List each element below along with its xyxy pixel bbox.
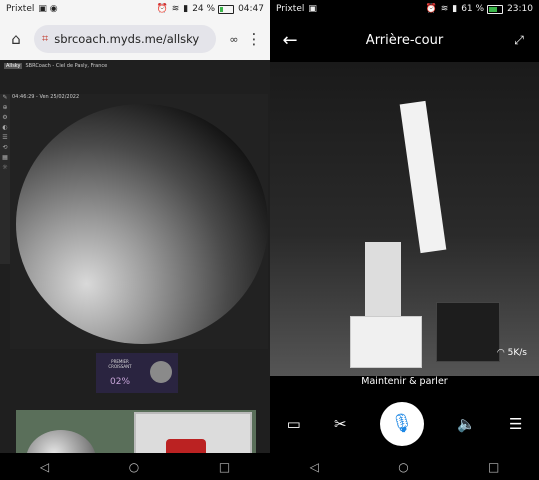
recents-nav-icon[interactable]: □ [488, 460, 499, 474]
alarm-icon: ⏰ [156, 4, 168, 14]
allsky-image[interactable]: 04:46:29 - Ven 25/02/2022 [10, 94, 268, 349]
moon-icon [150, 361, 172, 383]
home-nav-icon[interactable]: ○ [398, 460, 408, 474]
alarm-icon: ⏰ [425, 4, 437, 14]
app-bar: ← Arrière-cour ⤢ [270, 18, 539, 62]
tool-icon[interactable]: ⟲ [0, 144, 10, 154]
moon-percent: 02% [110, 377, 131, 387]
settings-sliders-icon[interactable]: ☰ [509, 415, 522, 433]
tool-icon[interactable]: ⊕ [0, 104, 10, 114]
address-bar[interactable]: ⌗ sbrcoach.myds.me/allsky [34, 25, 216, 53]
sky-fisheye [16, 104, 268, 344]
tool-icon[interactable]: ◐ [0, 124, 10, 134]
tool-icon[interactable]: ✎ [0, 94, 10, 104]
speaker-icon[interactable]: 🔈 [457, 415, 476, 433]
battery-icon [218, 4, 235, 14]
shield-icon: ▣ [308, 4, 317, 14]
menu-icon[interactable]: ⋮ [244, 30, 264, 48]
back-nav-icon[interactable]: ◁ [310, 460, 319, 474]
tabs-icon[interactable]: ∞ [224, 33, 244, 46]
signal-icon: ▮ [452, 4, 458, 14]
moon-phase-label: PREMIER CROISSANT [108, 359, 132, 369]
allsky-tag: Allsky [4, 63, 23, 69]
allsky-header: Allsky SBRCoach - Ciel de Pasly, France [0, 60, 270, 72]
microphone-icon: 🎙 [390, 413, 414, 434]
bitrate: ◠ 5K/s [497, 348, 527, 358]
recents-nav-icon[interactable]: □ [219, 460, 230, 474]
bitrate-value: 5K/s [507, 348, 527, 358]
site-icon: ⌗ [42, 32, 49, 45]
live-camera-view[interactable]: ◠ 5K/s [270, 62, 539, 376]
notification-icons: ▣ ◉ [38, 4, 58, 14]
microphone-button[interactable]: 🎙 [379, 401, 424, 446]
allsky-page: Allsky SBRCoach - Ciel de Pasly, France … [0, 60, 270, 480]
battery-percent: 24 % [192, 4, 216, 14]
tool-sidebar: ✎ ⊕ ⚙ ◐ ☰ ⟲ ▦ ☼ [0, 94, 10, 264]
clock: 23:10 [507, 4, 533, 14]
left-phone: Prixtel ▣ ◉ ⏰ ≋ ▮ 24 % 04:47 ⌂ ⌗ sbrcoac… [0, 0, 270, 480]
android-nav-bar: ◁ ○ □ [0, 453, 270, 480]
wifi-strength-icon: ◠ [496, 348, 508, 358]
carrier-label: Prixtel [6, 4, 35, 14]
moon-phase-widget: PREMIER CROISSANT 02% [96, 353, 178, 393]
equipment-case [436, 302, 500, 362]
carrier-label: Prixtel [276, 4, 305, 14]
back-nav-icon[interactable]: ◁ [40, 460, 49, 474]
battery-icon [487, 4, 504, 14]
signal-icon: ▮ [183, 4, 189, 14]
record-video-icon[interactable]: ▭ [287, 415, 301, 433]
tool-icon[interactable]: ☰ [0, 134, 10, 144]
home-nav-icon[interactable]: ○ [129, 460, 139, 474]
camera-title: Arrière-cour [365, 32, 444, 48]
wifi-icon: ≋ [440, 4, 449, 14]
hold-to-talk-label: Maintenir & parler [361, 376, 448, 387]
back-arrow-icon[interactable]: ← [270, 30, 310, 51]
pier-base [350, 316, 422, 368]
info-line [0, 72, 270, 80]
status-bar: Prixtel ▣ ◉ ⏰ ≋ ▮ 24 % 04:47 [0, 0, 270, 18]
battery-percent: 61 % [461, 4, 485, 14]
url-text: sbrcoach.myds.me/allsky [54, 32, 200, 46]
browser-toolbar: ⌂ ⌗ sbrcoach.myds.me/allsky ∞ ⋮ [0, 18, 270, 60]
wifi-icon: ≋ [171, 4, 180, 14]
tool-icon[interactable]: ☼ [0, 164, 10, 174]
image-timestamp: 04:46:29 - Ven 25/02/2022 [12, 94, 80, 100]
tool-icon[interactable]: ▦ [0, 154, 10, 164]
snapshot-scissors-icon[interactable]: ✂ [334, 415, 347, 433]
site-title: SBRCoach - Ciel de Pasly, France [25, 63, 108, 69]
status-bar: Prixtel ▣ ⏰ ≋ ▮ 61 % 23:10 [270, 0, 539, 18]
clock: 04:47 [238, 4, 264, 14]
home-icon[interactable]: ⌂ [6, 30, 26, 48]
camera-controls: ▭ ✂ 🎙 🔈 ☰ [270, 394, 539, 453]
android-nav-bar: ◁ ○ □ [270, 453, 539, 480]
right-phone: Prixtel ▣ ⏰ ≋ ▮ 61 % 23:10 ← Arrière-cou… [270, 0, 539, 480]
links-line[interactable] [0, 80, 270, 88]
fullscreen-icon[interactable]: ⤢ [499, 33, 539, 48]
tool-icon[interactable]: ⚙ [0, 114, 10, 124]
